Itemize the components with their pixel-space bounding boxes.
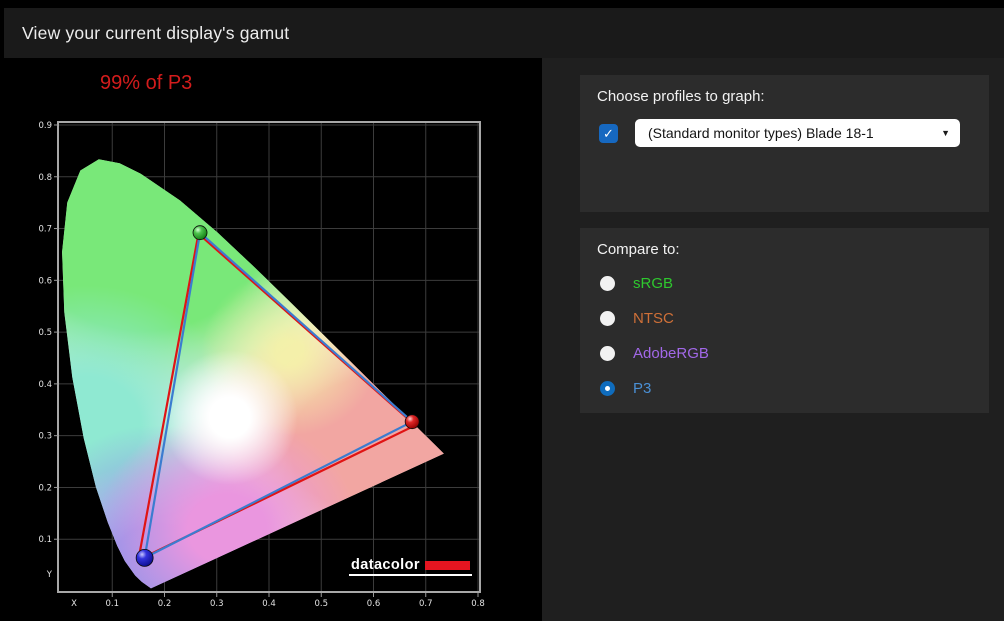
datacolor-logo-red-bar — [424, 561, 470, 570]
radio-NTSC[interactable] — [600, 311, 615, 326]
svg-text:0.5: 0.5 — [314, 599, 328, 609]
window-title: View your current display's gamut — [22, 22, 290, 43]
svg-text:0.5: 0.5 — [38, 328, 52, 338]
svg-text:0.7: 0.7 — [38, 225, 52, 235]
radio-P3[interactable] — [600, 381, 615, 396]
radio-label-NTSC[interactable]: NTSC — [633, 310, 674, 327]
locus-color-blob — [161, 350, 298, 485]
check-icon: ✓ — [603, 125, 614, 141]
svg-text:0.1: 0.1 — [38, 535, 52, 545]
radio-label-sRGB[interactable]: sRGB — [633, 275, 673, 292]
profile-dropdown-value: (Standard monitor types) Blade 18-1 — [648, 125, 874, 141]
profiles-section: Choose profiles to graph: ✓ (Standard mo… — [580, 75, 989, 212]
cie-chromaticity-chart: 0.1 0.2 0.3 0.4 0.5 0.6 0.7 0.8 0.9 0.1 0.2 0.3 0.4 0… — [38, 121, 485, 609]
svg-text:0.2: 0.2 — [158, 599, 172, 609]
svg-text:Y: Y — [46, 570, 53, 580]
svg-text:0.7: 0.7 — [419, 599, 433, 609]
svg-text:0.3: 0.3 — [210, 599, 224, 609]
datacolor-logo-text: datacolor — [351, 557, 420, 573]
compare-options-list: sRGB NTSC AdobeRGB P3 — [580, 266, 989, 406]
compare-option-P3: P3 — [580, 371, 989, 406]
compare-section: Compare to: sRGB NTSC AdobeRGB P3 — [580, 228, 989, 413]
red-primary-marker — [404, 414, 420, 430]
app-window: View your current display's gamut 99% of… — [0, 0, 1004, 621]
radio-AdobeRGB[interactable] — [600, 346, 615, 361]
radio-label-P3[interactable]: P3 — [633, 380, 651, 397]
svg-text:X: X — [71, 599, 77, 609]
profile-dropdown[interactable]: (Standard monitor types) Blade 18-1 ▼ — [635, 119, 960, 147]
profile-row: ✓ (Standard monitor types) Blade 18-1 ▼ — [599, 119, 960, 147]
datacolor-logo: datacolor — [349, 557, 472, 576]
svg-text:0.8: 0.8 — [38, 173, 52, 183]
compare-heading: Compare to: — [597, 241, 680, 258]
compare-option-sRGB: sRGB — [580, 266, 989, 301]
svg-text:0.3: 0.3 — [38, 432, 52, 442]
settings-panel: Choose profiles to graph: ✓ (Standard mo… — [542, 58, 1004, 621]
gamut-chart-panel: 99% of P3 0.1 0.2 0.3 0.4 0.5 0.6 0.7 0.8 0.9 0.1… — [0, 58, 542, 621]
green-primary-marker — [192, 225, 208, 241]
svg-text:0.4: 0.4 — [38, 380, 52, 390]
svg-text:0.2: 0.2 — [38, 483, 52, 493]
svg-text:0.1: 0.1 — [105, 599, 119, 609]
profile-checkbox[interactable]: ✓ — [599, 123, 618, 143]
svg-text:0.8: 0.8 — [471, 599, 485, 609]
spectral-locus-fill — [62, 159, 444, 589]
svg-text:0.6: 0.6 — [38, 276, 52, 286]
svg-text:0.6: 0.6 — [367, 599, 381, 609]
compare-option-AdobeRGB: AdobeRGB — [580, 336, 989, 371]
radio-sRGB[interactable] — [600, 276, 615, 291]
window-title-bar: View your current display's gamut — [4, 8, 1004, 58]
radio-label-AdobeRGB[interactable]: AdobeRGB — [633, 345, 709, 362]
svg-text:0.4: 0.4 — [262, 599, 276, 609]
svg-text:0.9: 0.9 — [38, 121, 52, 131]
profiles-heading: Choose profiles to graph: — [597, 88, 765, 105]
compare-option-NTSC: NTSC — [580, 301, 989, 336]
blue-primary-marker — [135, 548, 154, 567]
chevron-down-icon: ▼ — [941, 128, 950, 138]
